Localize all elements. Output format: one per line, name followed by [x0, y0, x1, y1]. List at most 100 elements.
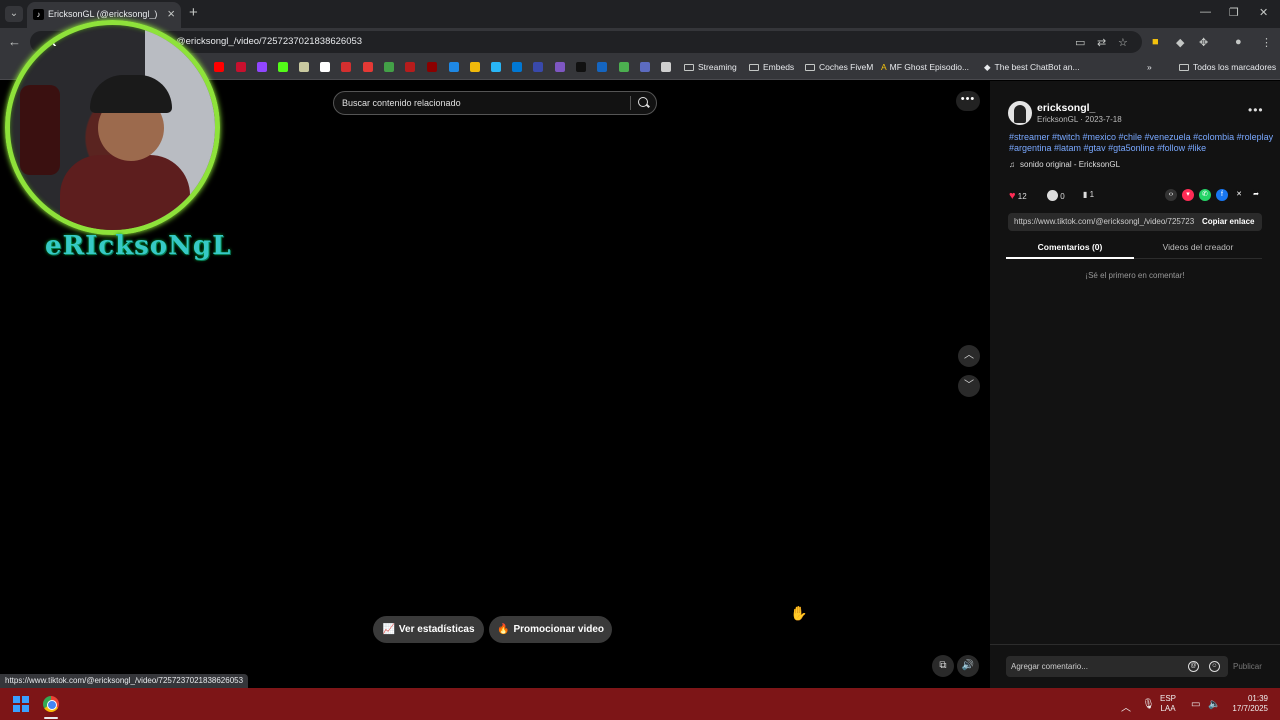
copy-link-button[interactable]: Copiar enlace — [1202, 217, 1254, 226]
profile-avatar-icon[interactable]: ● — [1235, 36, 1242, 48]
bookmark-icon[interactable] — [640, 62, 650, 72]
next-video-button[interactable]: ﹀ — [958, 375, 980, 397]
restore-icon[interactable]: ❐ — [1229, 6, 1239, 19]
binance-bookmark-icon[interactable] — [470, 62, 480, 72]
back-arrow-icon[interactable]: ← — [8, 34, 21, 49]
all-bookmarks-folder[interactable]: Todos los marcadores — [1179, 62, 1276, 72]
network-icon[interactable]: ▭ — [1191, 699, 1200, 710]
tab-comments[interactable]: Comentarios (0) — [1006, 242, 1134, 259]
mention-icon[interactable]: @ — [1188, 661, 1199, 672]
empty-comments-message: ¡Sé el primero en comentar! — [1085, 271, 1185, 280]
minimize-icon[interactable]: — — [1200, 6, 1211, 18]
x-twitter-icon[interactable]: ✕ — [1233, 189, 1245, 201]
bookmark-icon[interactable] — [597, 62, 607, 72]
bookmark-icon[interactable] — [449, 62, 459, 72]
bookmark-icon[interactable] — [576, 62, 586, 72]
folder-icon — [749, 64, 759, 71]
tab-search-button[interactable]: ⌄ — [5, 6, 23, 22]
video-description-hashtags[interactable]: #streamer #twitch #mexico #chile #venezu… — [1009, 132, 1274, 154]
menu-dots-icon[interactable]: ⋮ — [1261, 36, 1272, 49]
tab-creator-videos[interactable]: Videos del creador — [1134, 242, 1262, 252]
creator-avatar[interactable] — [1008, 101, 1032, 125]
extension-diamond-icon[interactable]: ◆ — [1176, 36, 1184, 49]
like-button[interactable]: ♥ 12 — [1009, 190, 1027, 202]
promote-video-button[interactable]: 🔥 Promocionar video — [489, 616, 612, 643]
gaming-chair — [20, 85, 60, 175]
bookmark-icon: ▮ — [1083, 190, 1088, 199]
tab-title: EricksonGL (@ericksongl_) | TikTok — [48, 9, 160, 19]
nk-gamers-logo: NK — [40, 35, 56, 49]
whatsapp-icon[interactable]: ✆ — [1199, 189, 1211, 201]
bookmark-icon[interactable] — [619, 62, 629, 72]
bookmark-icon[interactable] — [341, 62, 351, 72]
translate-icon[interactable]: ⇄ — [1097, 36, 1106, 49]
view-stats-button[interactable]: 📈 Ver estadísticas — [373, 616, 484, 643]
creator-username[interactable]: ericksongl_ — [1037, 102, 1095, 114]
previous-video-button[interactable]: ︿ — [958, 345, 980, 367]
language-indicator[interactable]: ESP LAA — [1160, 694, 1176, 714]
facebook-icon[interactable]: f — [1216, 189, 1228, 201]
microphone-icon[interactable]: 🎙 — [1142, 699, 1155, 710]
bookmark-icon[interactable] — [661, 62, 671, 72]
windows-taskbar: ︿ 🎙 ESP LAA ▭ 🔈 01:39 17/7/2025 — [0, 688, 1280, 720]
outlook-bookmark-icon[interactable] — [512, 62, 522, 72]
embed-code-icon[interactable]: ‹› — [1165, 189, 1177, 201]
amazon-bookmark-icon[interactable] — [320, 62, 330, 72]
bookmark-star-icon[interactable]: ☆ — [1118, 36, 1128, 49]
bookmark-icon[interactable] — [405, 62, 415, 72]
folder-icon — [805, 64, 815, 71]
flame-icon: 🔥 — [496, 624, 510, 635]
search-icon[interactable] — [638, 97, 648, 107]
bookmark-icon[interactable] — [491, 62, 501, 72]
bookmark-icon[interactable] — [299, 62, 309, 72]
sidebar-tabs: Comentarios (0) Videos del creador — [1006, 239, 1262, 259]
install-app-icon[interactable]: ▭ — [1075, 36, 1085, 49]
bookmark-chatbot[interactable]: ◆ The best ChatBot an... — [984, 62, 1080, 73]
related-search-input[interactable]: Buscar contenido relacionado — [333, 91, 657, 115]
twitch-bookmark-icon[interactable] — [257, 62, 267, 72]
folder-icon — [684, 64, 694, 71]
heart-icon: ♥ — [1009, 190, 1016, 202]
youtube-bookmark-icon[interactable] — [214, 62, 224, 72]
comment-input[interactable]: Agregar comentario... @ ☺ — [1006, 656, 1228, 677]
bookmark-icon[interactable] — [363, 62, 373, 72]
system-clock[interactable]: 01:39 17/7/2025 — [1228, 694, 1268, 714]
comment-button[interactable]: 0 — [1047, 190, 1065, 201]
more-options-button[interactable]: ••• — [956, 91, 980, 111]
kick-bookmark-icon[interactable] — [278, 62, 288, 72]
bookmark-mf-ghost[interactable]: A MF Ghost Episodio... — [881, 62, 969, 72]
windows-start-icon[interactable] — [13, 696, 29, 712]
extension-icon[interactable]: ■ — [1152, 36, 1159, 48]
streamer-webcam-overlay: NK — [5, 20, 220, 235]
picture-in-picture-icon[interactable]: ⧉ — [932, 655, 954, 677]
chrome-taskbar-icon[interactable] — [43, 696, 59, 712]
emoji-icon[interactable]: ☺ — [1209, 661, 1220, 672]
publish-button[interactable]: Publicar — [1233, 662, 1262, 671]
bookmark-icon[interactable] — [555, 62, 565, 72]
streamer-body — [60, 155, 190, 230]
close-tab-icon[interactable]: × — [167, 6, 175, 21]
share-arrow-icon[interactable]: ➦ — [1250, 189, 1262, 201]
bookmark-folder-embeds[interactable]: Embeds — [749, 62, 794, 72]
speaker-icon[interactable]: 🔈 — [1208, 699, 1220, 710]
extensions-puzzle-icon[interactable]: ✥ — [1199, 36, 1208, 49]
search-divider — [630, 96, 631, 110]
bookmark-icon[interactable] — [427, 62, 437, 72]
tray-overflow-icon[interactable]: ︿ — [1121, 699, 1131, 714]
sidebar-more-icon[interactable]: ••• — [1248, 103, 1264, 117]
save-button[interactable]: ▮ 1 — [1083, 190, 1094, 199]
bookmark-folder-coches[interactable]: Coches FiveM — [805, 62, 873, 72]
bookmark-icon[interactable] — [384, 62, 394, 72]
bookmarks-overflow-icon[interactable]: » — [1147, 62, 1152, 72]
bookmark-folder-streaming[interactable]: Streaming — [684, 62, 737, 72]
active-app-indicator — [44, 717, 58, 719]
new-tab-button[interactable]: + — [189, 4, 198, 21]
tab-strip: ⌄ ♪ EricksonGL (@ericksongl_) | TikTok ×… — [0, 0, 1280, 28]
original-sound-link[interactable]: ♫ sonido original - EricksonGL — [1009, 160, 1120, 169]
bookmark-icon[interactable] — [533, 62, 543, 72]
close-window-icon[interactable]: ✕ — [1259, 6, 1268, 19]
volume-icon[interactable]: 🔊 — [957, 655, 979, 677]
comment-bubble-icon — [1047, 190, 1058, 201]
bookmark-icon[interactable] — [236, 62, 246, 72]
send-to-friends-icon[interactable]: ▾ — [1182, 189, 1194, 201]
